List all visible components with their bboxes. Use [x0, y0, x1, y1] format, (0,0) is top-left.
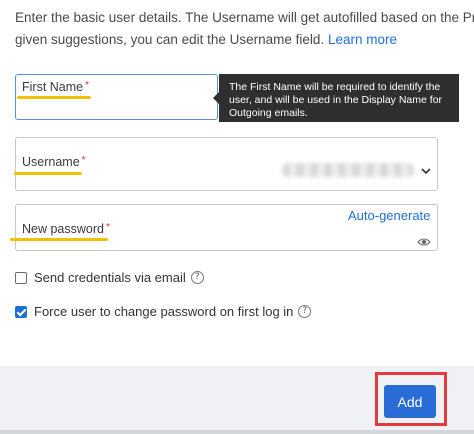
force-change-checkbox[interactable]	[15, 305, 27, 318]
required-marker: *	[85, 80, 90, 91]
username-value-blurred	[282, 163, 414, 177]
force-change-row: Force user to change password on first l…	[15, 304, 312, 319]
intro-line-2: given suggestions, you can edit the User…	[15, 29, 474, 51]
annotation-underline-first-name	[17, 96, 91, 99]
intro-text: Enter the basic user details. The Userna…	[15, 7, 474, 51]
required-marker: *	[81, 155, 86, 166]
username-label-text: Username	[22, 155, 80, 169]
username-label: Username *	[22, 155, 86, 169]
required-marker: *	[105, 222, 110, 233]
learn-more-link[interactable]: Learn more	[328, 32, 397, 47]
annotation-underline-username	[14, 172, 82, 175]
help-icon[interactable]: ?	[298, 305, 312, 318]
intro-line-2-text: given suggestions, you can edit the User…	[15, 32, 325, 47]
first-name-label: First Name *	[22, 80, 89, 94]
add-button[interactable]: Add	[384, 385, 436, 418]
help-icon[interactable]: ?	[190, 271, 204, 284]
new-password-label: New password *	[22, 222, 110, 236]
chevron-down-icon[interactable]	[421, 164, 431, 178]
eye-icon[interactable]	[417, 234, 431, 246]
send-credentials-label: Send credentials via email	[34, 270, 186, 285]
first-name-tooltip: The First Name will be required to ident…	[213, 74, 459, 122]
auto-generate-link[interactable]: Auto-generate	[348, 208, 430, 223]
send-credentials-row: Send credentials via email ?	[15, 270, 204, 285]
footer-edge	[0, 430, 474, 434]
annotation-underline-password	[10, 238, 108, 241]
new-password-label-text: New password	[22, 222, 104, 236]
force-change-label: Force user to change password on first l…	[34, 304, 294, 319]
intro-line-1: Enter the basic user details. The Userna…	[15, 10, 474, 25]
first-name-label-text: First Name	[22, 80, 84, 94]
send-credentials-checkbox[interactable]	[15, 271, 27, 284]
